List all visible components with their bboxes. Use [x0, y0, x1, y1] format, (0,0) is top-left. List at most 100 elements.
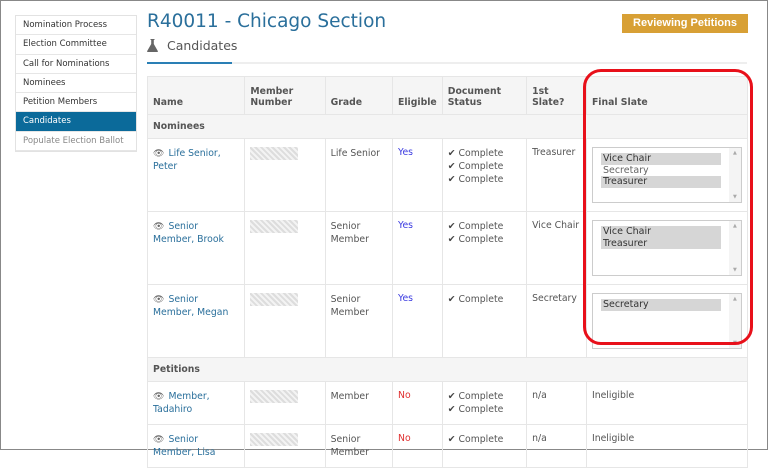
check-icon: ✔	[447, 391, 456, 402]
reviewing-petitions-button[interactable]: Reviewing Petitions	[622, 14, 748, 33]
check-icon: ✔	[447, 234, 456, 245]
redacted-member-number	[250, 147, 299, 160]
candidates-table: Name Member Number Grade Eligible Document S…	[146, 76, 749, 468]
grade-cell: Senior Member	[324, 424, 394, 468]
eligible-cell: Yes	[392, 284, 443, 358]
document-status: ✔ Complete	[448, 233, 521, 246]
member-number-cell	[244, 211, 326, 285]
section-heading: Candidates	[147, 38, 237, 53]
sidebar-item-nomination-process[interactable]: Nomination Process	[16, 16, 136, 36]
document-status-cell: ✔ Complete ✔ Complete ✔ Complete	[441, 138, 528, 212]
final-slate-cell: Vice Chair Secretary Treasurer ▲ ▼	[585, 138, 749, 212]
final-slate-multiselect[interactable]: Secretary ▲ ▼	[591, 293, 742, 349]
redacted-member-number	[250, 433, 299, 446]
document-status: ✔ Complete	[448, 293, 521, 306]
eye-icon[interactable]: 👁	[153, 295, 164, 305]
sidebar-item-election-committee[interactable]: Election Committee	[16, 35, 136, 55]
group-row: Petitions	[147, 357, 748, 382]
document-status: ✔ Complete	[448, 147, 521, 160]
redacted-member-number	[250, 293, 299, 306]
column-header: Member Number	[244, 76, 326, 115]
column-header: 1st Slate?	[526, 76, 587, 115]
final-slate-cell: Secretary ▲ ▼	[585, 284, 749, 358]
eye-icon[interactable]: 👁	[153, 435, 164, 445]
sidebar-item-nominees[interactable]: Nominees	[16, 74, 136, 94]
document-status-cell: ✔ Complete ✔ Complete	[441, 211, 528, 285]
name-cell: 👁 Senior Member, Brook	[146, 211, 246, 285]
final-slate-text: Ineligible	[591, 390, 635, 401]
scroll-up-icon[interactable]: ▲	[729, 223, 741, 229]
check-icon: ✔	[447, 294, 456, 305]
redacted-member-number	[250, 220, 299, 233]
eye-icon[interactable]: 👁	[153, 222, 164, 232]
column-header: Eligible	[392, 76, 443, 115]
document-status: ✔ Complete	[448, 390, 521, 403]
section-title: Candidates	[167, 38, 238, 53]
document-status-cell: ✔ Complete	[441, 424, 528, 468]
slate-option[interactable]: Treasurer	[600, 176, 721, 188]
slate-option[interactable]: Treasurer	[600, 237, 721, 249]
table-row: 👁 Member, Tadahiro Member No ✔ Complete ✔ Compl…	[146, 381, 749, 425]
check-icon: ✔	[447, 161, 456, 172]
member-number-cell	[244, 284, 326, 358]
document-status-text: Complete	[458, 391, 504, 402]
candidate-link[interactable]: Senior Member, Megan	[153, 294, 228, 318]
eye-icon[interactable]: 👁	[153, 149, 164, 159]
group-label: Nominees	[147, 114, 748, 139]
first-slate-cell: Secretary	[526, 284, 587, 358]
member-number-cell	[244, 424, 326, 468]
scroll-down-icon[interactable]: ▼	[729, 267, 741, 273]
eligible-cell: Yes	[392, 211, 443, 285]
document-status-text: Complete	[458, 434, 504, 445]
sidebar-item-candidates[interactable]: Candidates	[16, 112, 136, 132]
sidebar-item-petition-members[interactable]: Petition Members	[16, 93, 136, 113]
check-icon: ✔	[447, 434, 456, 445]
column-header: Name	[146, 76, 246, 115]
name-cell: 👁 Senior Member, Lisa	[146, 424, 246, 468]
eye-icon[interactable]: 👁	[153, 392, 164, 402]
table-row: 👁 Senior Member, Megan Senior Member Yes ✔ Co…	[146, 284, 749, 358]
scroll-down-icon[interactable]: ▼	[729, 194, 741, 200]
document-status: ✔ Complete	[448, 220, 521, 233]
eligible-cell: No	[392, 381, 443, 425]
document-status: ✔ Complete	[448, 173, 521, 186]
page-title: R40011 - Chicago Section	[147, 11, 387, 32]
sidebar-item-populate-election-ballot: Populate Election Ballot	[16, 132, 136, 152]
first-slate-cell: Vice Chair	[526, 211, 587, 285]
document-status: ✔ Complete	[448, 160, 521, 173]
eligible-cell: Yes	[392, 138, 443, 212]
document-status-cell: ✔ Complete ✔ Complete	[441, 381, 528, 425]
slate-option[interactable]: Secretary	[600, 299, 721, 311]
slate-option[interactable]: Secretary	[601, 165, 721, 177]
scrollbar[interactable]: ▲ ▼	[728, 221, 741, 275]
document-status-text: Complete	[458, 234, 504, 245]
check-icon: ✔	[447, 404, 456, 415]
first-slate-cell: n/a	[526, 381, 587, 425]
final-slate-cell: Ineligible	[585, 424, 749, 468]
document-status-text: Complete	[458, 294, 504, 305]
final-slate-multiselect[interactable]: Vice Chair Secretary Treasurer ▲ ▼	[591, 147, 742, 203]
slate-option[interactable]: Vice Chair	[600, 153, 721, 165]
final-slate-multiselect[interactable]: Vice Chair Treasurer ▲ ▼	[591, 220, 742, 276]
scrollbar[interactable]: ▲ ▼	[728, 294, 741, 348]
scrollbar[interactable]: ▲ ▼	[728, 148, 741, 202]
member-number-cell	[244, 381, 326, 425]
grade-cell: Senior Member	[324, 284, 394, 358]
grade-cell: Senior Member	[324, 211, 394, 285]
scroll-down-icon[interactable]: ▼	[729, 340, 741, 346]
group-label: Petitions	[147, 357, 748, 382]
column-header: Document Status	[441, 76, 528, 115]
flask-icon	[147, 39, 158, 52]
redacted-member-number	[250, 390, 299, 403]
eligible-cell: No	[392, 424, 443, 468]
document-status-cell: ✔ Complete	[441, 284, 528, 358]
first-slate-cell: Treasurer	[526, 138, 587, 212]
sidebar-item-call-for-nominations[interactable]: Call for Nominations	[16, 55, 136, 74]
check-icon: ✔	[447, 148, 456, 159]
scroll-up-icon[interactable]: ▲	[729, 296, 741, 302]
scroll-up-icon[interactable]: ▲	[729, 150, 741, 156]
column-header: Grade	[324, 76, 394, 115]
first-slate-cell: n/a	[526, 424, 587, 468]
slate-option[interactable]: Vice Chair	[600, 226, 721, 238]
name-cell: 👁 Senior Member, Megan	[146, 284, 246, 358]
